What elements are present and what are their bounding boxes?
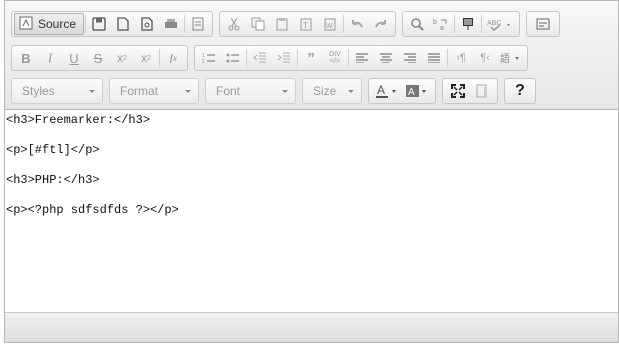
font-dropdown-label: Font bbox=[216, 84, 241, 98]
blockquote-icon[interactable]: ” bbox=[299, 47, 323, 69]
separator bbox=[481, 15, 483, 33]
forms-group bbox=[526, 11, 561, 37]
numbered-list-icon[interactable]: 12 bbox=[197, 47, 221, 69]
replace-icon[interactable]: ba bbox=[429, 13, 453, 35]
rich-text-editor: Source T W b a ABC B I U S x 2 x 2 I x 1… bbox=[4, 0, 619, 343]
text-direction-rtl-icon[interactable]: ¶‹ bbox=[473, 47, 497, 69]
svg-text:b: b bbox=[433, 19, 437, 26]
about-group: ? bbox=[504, 78, 536, 104]
source-line: <p>[#ftl]</p> bbox=[6, 143, 100, 157]
svg-text:A: A bbox=[377, 83, 385, 97]
paste-word-icon[interactable]: W bbox=[318, 13, 342, 35]
outdent-icon[interactable] bbox=[248, 47, 272, 69]
show-blocks-icon[interactable] bbox=[470, 80, 494, 102]
document-group: Source bbox=[11, 11, 214, 37]
chevron-down-icon bbox=[282, 89, 288, 93]
copy-icon[interactable] bbox=[246, 13, 270, 35]
styles-dropdown-label: Styles bbox=[22, 84, 55, 98]
text-color-icon[interactable]: A bbox=[372, 80, 402, 102]
svg-text:語: 語 bbox=[500, 52, 510, 64]
subscript-icon[interactable]: x2 bbox=[110, 47, 134, 69]
svg-text:W: W bbox=[326, 23, 333, 30]
background-color-icon[interactable]: A bbox=[402, 80, 432, 102]
spellcheck-icon[interactable]: ABC bbox=[483, 13, 517, 35]
form-icon[interactable] bbox=[531, 13, 555, 35]
svg-text:T: T bbox=[303, 21, 308, 30]
indent-icon[interactable] bbox=[272, 47, 296, 69]
maximize-icon[interactable] bbox=[446, 80, 470, 102]
new-page-icon[interactable] bbox=[111, 13, 135, 35]
align-right-icon[interactable] bbox=[398, 47, 422, 69]
editor-content-area[interactable]: <h3>Freemarker:</h3> <p>[#ftl]</p> <h3>P… bbox=[5, 110, 618, 312]
language-icon[interactable]: 語 bbox=[497, 47, 525, 69]
help-button[interactable]: ? bbox=[508, 80, 532, 102]
source-button[interactable]: Source bbox=[14, 13, 85, 35]
italic-icon[interactable]: I bbox=[38, 47, 62, 69]
align-left-icon[interactable] bbox=[350, 47, 374, 69]
source-line: <h3>Freemarker:</h3> bbox=[6, 113, 151, 127]
svg-text:2: 2 bbox=[202, 59, 205, 64]
separator bbox=[184, 15, 186, 33]
preview-icon[interactable] bbox=[135, 13, 159, 35]
paste-icon[interactable] bbox=[270, 13, 294, 35]
size-dropdown[interactable]: Size bbox=[302, 78, 362, 104]
chevron-down-icon bbox=[185, 89, 191, 93]
text-direction-ltr-icon[interactable]: ›¶ bbox=[449, 47, 473, 69]
editor-status-bar bbox=[5, 312, 618, 342]
svg-text:a: a bbox=[440, 25, 444, 31]
paragraph-group: 12 ” DIV </> ›¶ ¶‹ 語 bbox=[194, 45, 528, 71]
templates-icon[interactable] bbox=[186, 13, 210, 35]
strikethrough-icon[interactable]: S bbox=[86, 47, 110, 69]
basic-styles-group: B I U S x2 x2 Ix bbox=[11, 45, 188, 71]
paste-text-icon[interactable]: T bbox=[294, 13, 318, 35]
separator bbox=[447, 49, 448, 67]
align-center-icon[interactable] bbox=[374, 47, 398, 69]
save-icon[interactable] bbox=[87, 13, 111, 35]
svg-text:A: A bbox=[408, 87, 415, 98]
toolbar-row-2: B I U S x2 x2 Ix 12 ” DIV </> ›¶ ¶‹ 語 bbox=[11, 44, 534, 72]
cut-icon[interactable] bbox=[222, 13, 246, 35]
separator bbox=[85, 15, 87, 33]
underline-icon[interactable]: U bbox=[62, 47, 86, 69]
separator bbox=[343, 15, 345, 33]
superscript-icon[interactable]: x2 bbox=[134, 47, 158, 69]
editing-group: ba ABC bbox=[402, 11, 521, 37]
separator bbox=[246, 49, 247, 67]
separator bbox=[297, 49, 298, 67]
tools-group bbox=[442, 78, 498, 104]
font-dropdown[interactable]: Font bbox=[205, 78, 296, 104]
undo-icon[interactable] bbox=[345, 13, 369, 35]
editor-toolbar: Source T W b a ABC B I U S x 2 x 2 I x 1… bbox=[5, 1, 618, 110]
redo-icon[interactable] bbox=[369, 13, 393, 35]
justify-icon[interactable] bbox=[422, 47, 446, 69]
size-dropdown-label: Size bbox=[313, 84, 337, 98]
toolbar-row-1: Source T W b a ABC bbox=[11, 10, 566, 38]
create-div-icon[interactable]: DIV </> bbox=[323, 47, 347, 69]
source-line: <h3>PHP:</h3> bbox=[6, 173, 100, 187]
bulleted-list-icon[interactable] bbox=[221, 47, 245, 69]
colors-group: A A bbox=[368, 78, 436, 104]
styles-dropdown[interactable]: Styles bbox=[11, 78, 103, 104]
separator bbox=[159, 49, 160, 67]
print-icon[interactable] bbox=[159, 13, 183, 35]
find-icon[interactable] bbox=[405, 13, 429, 35]
format-dropdown-label: Format bbox=[120, 84, 159, 98]
chevron-down-icon bbox=[348, 89, 354, 93]
separator bbox=[454, 15, 456, 33]
source-line: <p><?php sdfsdfds ?></p> bbox=[6, 203, 179, 217]
separator bbox=[348, 49, 349, 67]
source-button-label: Source bbox=[38, 17, 77, 31]
format-dropdown[interactable]: Format bbox=[109, 78, 199, 104]
toolbar-row-3: Styles Format Font Size A A ? bbox=[11, 77, 542, 105]
remove-format-icon[interactable]: Ix bbox=[161, 47, 185, 69]
bold-icon[interactable]: B bbox=[14, 47, 38, 69]
chevron-down-icon bbox=[89, 89, 95, 93]
source-icon bbox=[19, 16, 33, 33]
clipboard-group: T W bbox=[219, 11, 397, 37]
select-all-icon[interactable] bbox=[456, 13, 480, 35]
